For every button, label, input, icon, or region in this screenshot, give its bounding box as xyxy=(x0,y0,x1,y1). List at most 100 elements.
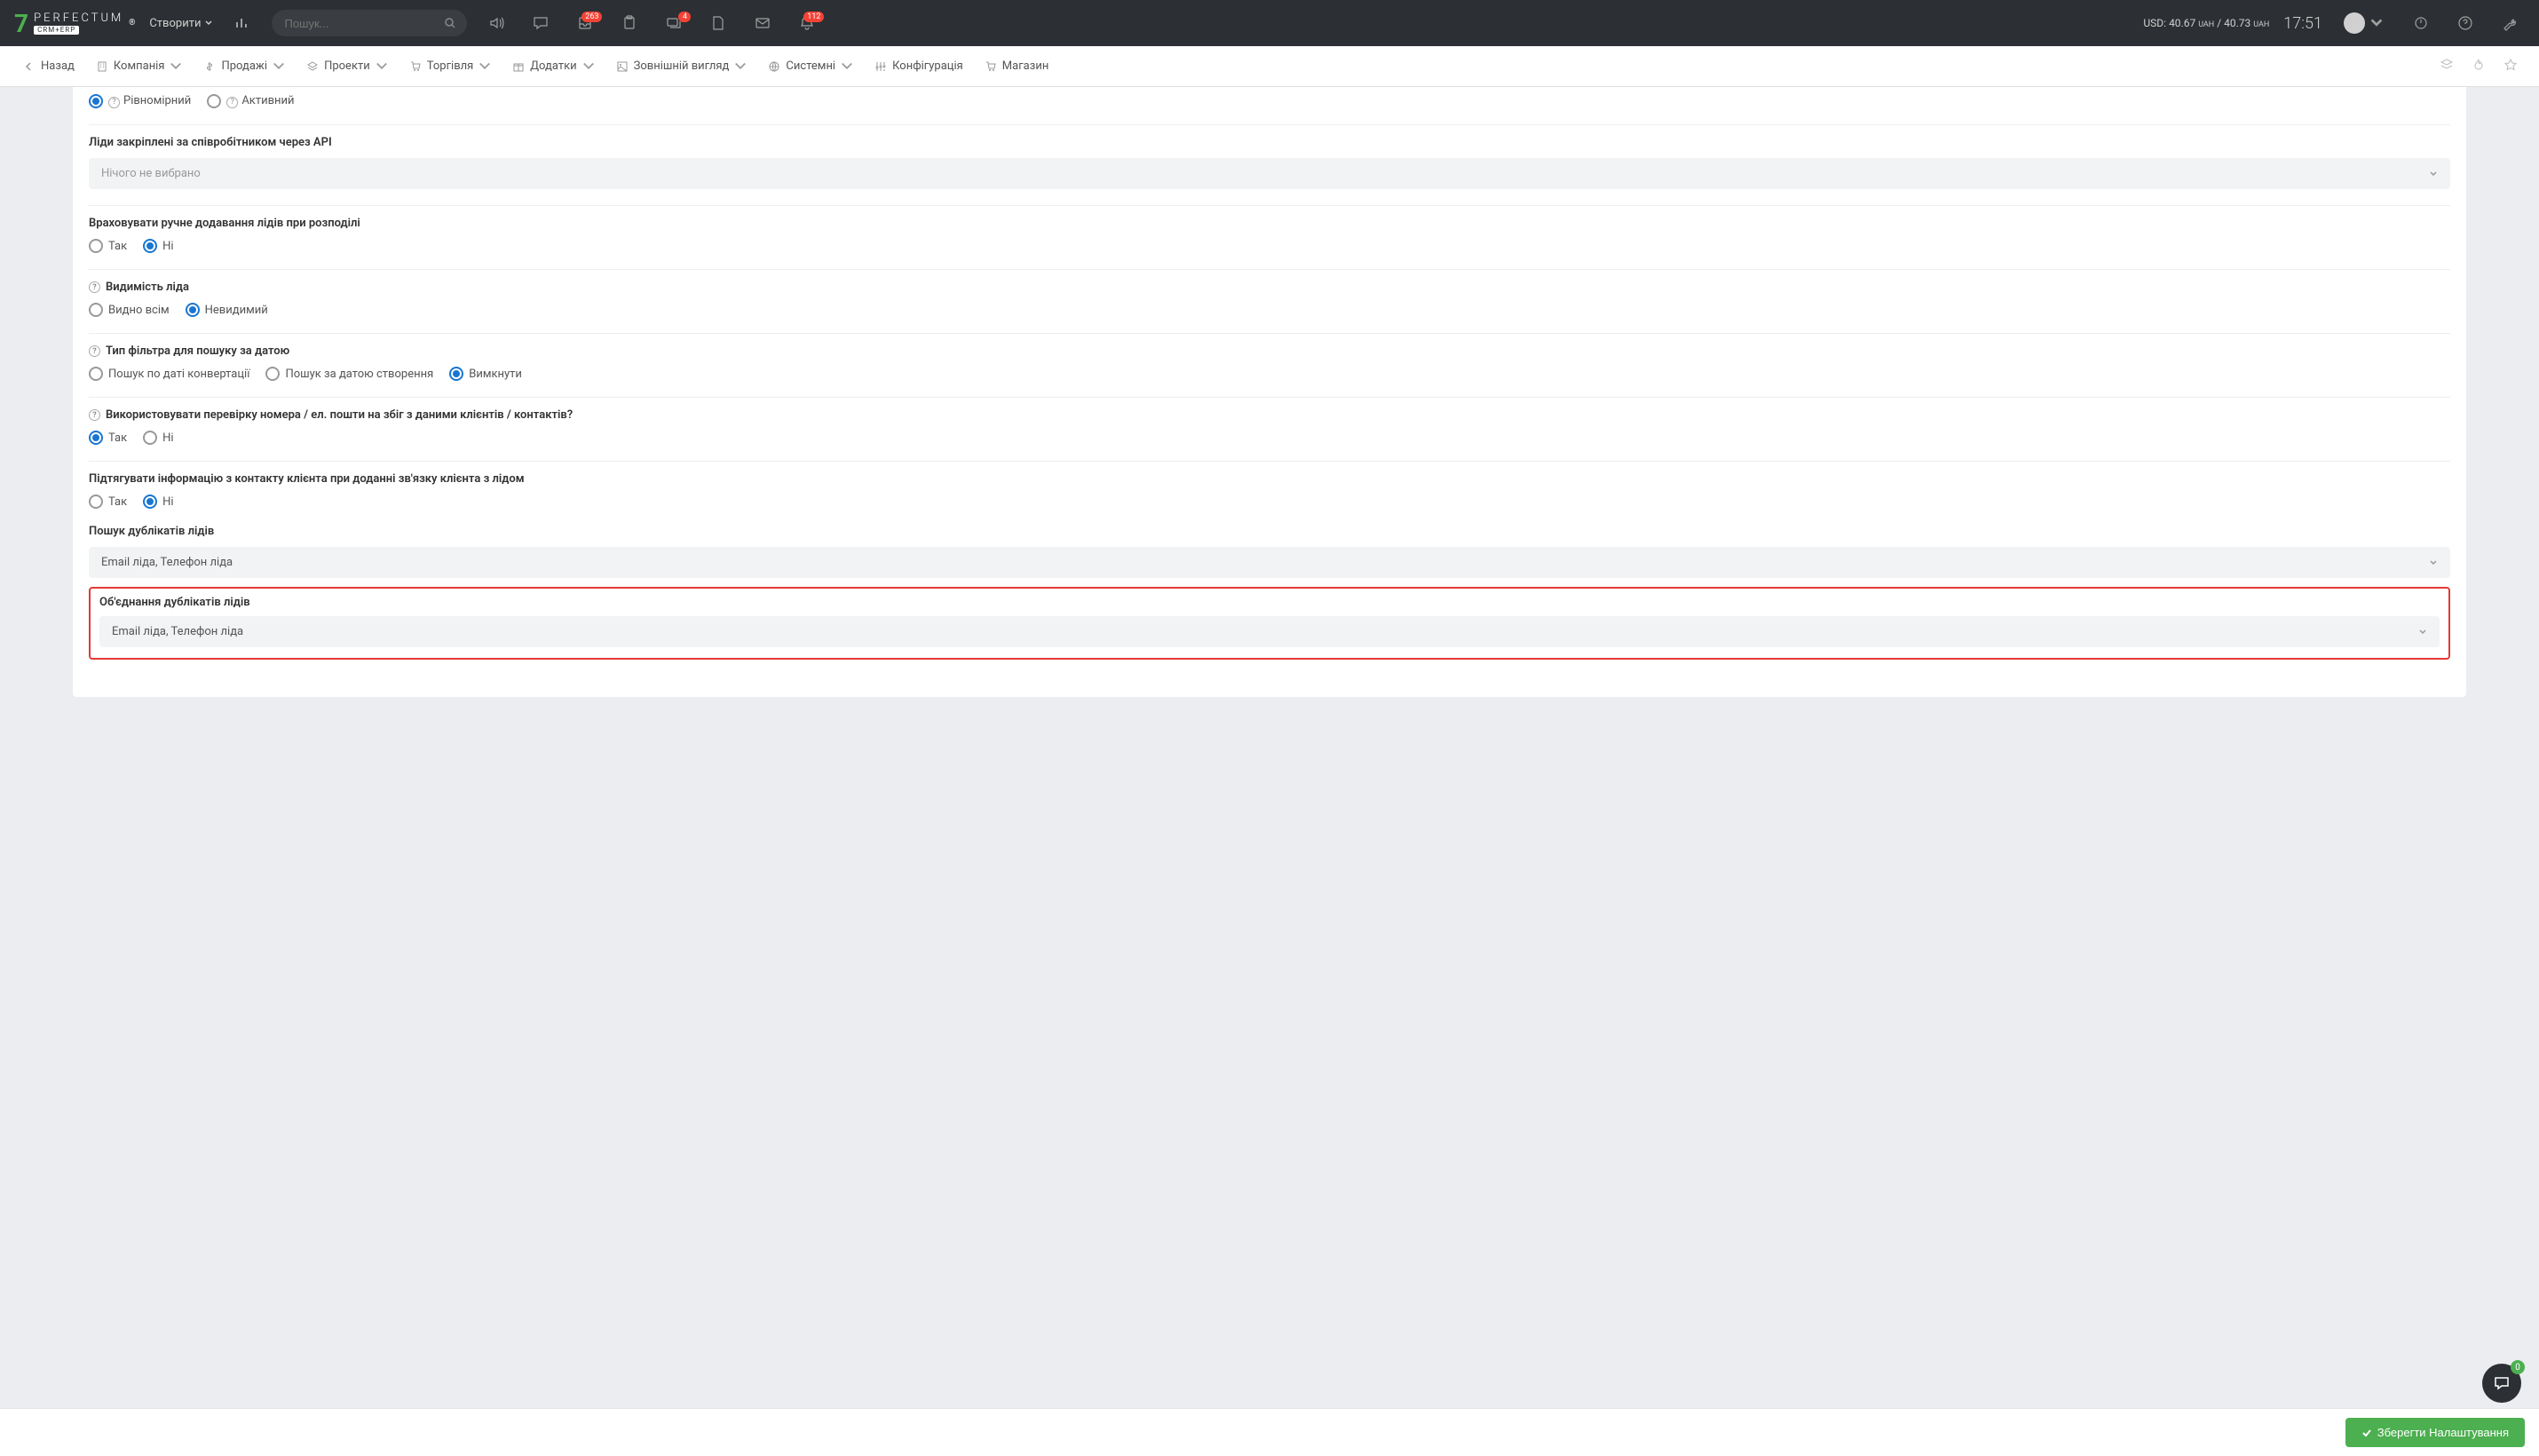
search-input[interactable] xyxy=(284,17,455,30)
nav-trade[interactable]: Торгівля xyxy=(400,59,501,73)
form-section-date-filter: ? Тип фільтра для пошуку за датою Пошук … xyxy=(89,334,2450,398)
radio-icon xyxy=(89,303,103,317)
stats-icon-button[interactable] xyxy=(227,15,257,31)
chat-widget-badge: 0 xyxy=(2511,1360,2525,1374)
radio-invisible[interactable]: Невидимий xyxy=(186,303,268,317)
cart-icon xyxy=(409,60,422,73)
chat-bubble-icon xyxy=(533,15,549,31)
logo-sub: CRM+ERP xyxy=(34,26,79,35)
chevron-down-icon xyxy=(2418,628,2427,637)
radio-uniform[interactable]: ?Рівномірний xyxy=(89,94,191,108)
radio-icon xyxy=(89,367,103,381)
box-icon xyxy=(512,60,525,73)
radio-yes[interactable]: Так xyxy=(89,495,127,509)
nav-appearance[interactable]: Зовнішній вигляд xyxy=(607,59,756,73)
help-icon-button[interactable] xyxy=(2450,15,2480,31)
radio-creation-date[interactable]: Пошук за датою створення xyxy=(265,367,433,381)
sound-icon xyxy=(488,15,504,31)
image-icon xyxy=(616,60,629,73)
help-icon[interactable]: ? xyxy=(89,409,100,421)
radio-icon xyxy=(143,239,157,253)
flame-icon xyxy=(2472,58,2486,72)
chevron-down-icon xyxy=(273,60,285,73)
power-icon-button[interactable] xyxy=(2406,15,2436,31)
select-duplicate-merge[interactable]: Email ліда, Телефон ліда xyxy=(99,616,2440,647)
chevron-down-icon xyxy=(170,60,182,73)
clipboard-icon-button[interactable] xyxy=(614,15,645,31)
nav-config[interactable]: Конфігурація xyxy=(866,59,972,73)
inbox-icon-button[interactable]: 263 xyxy=(570,15,600,31)
nav-addons[interactable]: Додатки xyxy=(503,59,603,73)
help-icon[interactable]: ? xyxy=(226,97,238,108)
wrench-icon-button[interactable] xyxy=(2495,15,2525,31)
search-box[interactable] xyxy=(272,10,467,36)
radio-icon xyxy=(89,431,103,445)
messages-badge: 4 xyxy=(678,12,691,22)
nav-star-button[interactable] xyxy=(2496,58,2525,75)
nav-layers-button[interactable] xyxy=(2432,58,2461,75)
chevron-down-icon xyxy=(2429,170,2438,178)
chevron-down-icon xyxy=(376,60,388,73)
help-icon[interactable]: ? xyxy=(108,97,120,108)
user-menu[interactable] xyxy=(2337,12,2392,34)
create-dropdown[interactable]: Створити xyxy=(149,17,213,30)
currency-info: USD: 40.67 UAH / 40.73 UAH xyxy=(2143,17,2269,29)
radio-disabled[interactable]: Вимкнути xyxy=(449,367,522,381)
nav-flame-button[interactable] xyxy=(2464,58,2493,75)
field-label: Об'єднання дублікатів лідів xyxy=(99,596,2440,609)
nav-system[interactable]: Системні xyxy=(759,59,862,73)
nav-projects[interactable]: Проекти xyxy=(297,59,397,73)
radio-no[interactable]: Ні xyxy=(143,431,173,445)
main-content: ?Рівномірний ?Активний Ліди закріплені з… xyxy=(0,87,2539,768)
search-icon xyxy=(444,17,456,29)
bell-icon-button[interactable]: 112 xyxy=(792,15,822,31)
back-button[interactable]: Назад xyxy=(14,59,83,73)
power-icon xyxy=(2413,15,2429,31)
radio-yes[interactable]: Так xyxy=(89,239,127,253)
chat-icon-button[interactable] xyxy=(526,15,556,31)
form-section-visibility: ? Видимість ліда Видно всім Невидимий xyxy=(89,270,2450,334)
chat-widget[interactable]: 0 xyxy=(2482,1364,2521,1403)
form-section-manual-add: Враховувати ручне додавання лідів при ро… xyxy=(89,206,2450,270)
radio-no[interactable]: Ні xyxy=(143,239,173,253)
messages-icon-button[interactable]: 4 xyxy=(659,15,689,31)
nav-company[interactable]: Компанія xyxy=(87,59,192,73)
mail-icon-button[interactable] xyxy=(747,15,778,31)
chevron-down-icon xyxy=(2429,558,2438,567)
select-duplicate-search[interactable]: Email ліда, Телефон ліда xyxy=(89,547,2450,578)
mail-icon xyxy=(755,15,771,31)
help-icon[interactable]: ? xyxy=(89,345,100,357)
form-section-distribution-type: ?Рівномірний ?Активний xyxy=(89,94,2450,125)
logo[interactable]: 7 PERFECTUM CRM+ERP ® xyxy=(14,9,135,38)
radio-conversion-date[interactable]: Пошук по даті конвертації xyxy=(89,367,249,381)
field-label: ? Видимість ліда xyxy=(89,281,2450,294)
radio-active[interactable]: ?Активний xyxy=(207,94,294,108)
form-section-api-leads: Ліди закріплені за співробітником через … xyxy=(89,125,2450,206)
radio-no[interactable]: Ні xyxy=(143,495,173,509)
sound-icon-button[interactable] xyxy=(481,15,511,31)
radio-icon xyxy=(449,367,463,381)
radio-yes[interactable]: Так xyxy=(89,431,127,445)
radio-visible-all[interactable]: Видно всім xyxy=(89,303,170,317)
select-api-leads[interactable]: Нічого не вибрано xyxy=(89,158,2450,189)
wrench-icon xyxy=(2502,15,2518,31)
arrow-left-icon xyxy=(23,60,36,73)
save-button[interactable]: Зберегти Налаштування xyxy=(2345,1418,2525,1447)
document-icon-button[interactable] xyxy=(703,15,733,31)
save-bar: Зберегти Налаштування xyxy=(0,1408,2539,1456)
radio-icon xyxy=(89,94,103,108)
create-label: Створити xyxy=(149,17,201,30)
nav-shop[interactable]: Магазин xyxy=(976,59,1058,73)
inbox-badge: 263 xyxy=(581,12,602,22)
layers-icon xyxy=(2440,58,2454,72)
logo-mark-icon: 7 xyxy=(14,9,28,38)
chevron-down-icon xyxy=(841,60,853,73)
nav-sales[interactable]: Продажі xyxy=(194,59,294,73)
document-icon xyxy=(710,15,726,31)
question-circle-icon xyxy=(2457,15,2473,31)
bell-badge: 112 xyxy=(803,12,824,22)
field-label: Ліди закріплені за співробітником через … xyxy=(89,136,2450,149)
help-icon[interactable]: ? xyxy=(89,281,100,293)
chat-bubble-icon xyxy=(2493,1374,2511,1392)
settings-panel: ?Рівномірний ?Активний Ліди закріплені з… xyxy=(73,87,2466,697)
